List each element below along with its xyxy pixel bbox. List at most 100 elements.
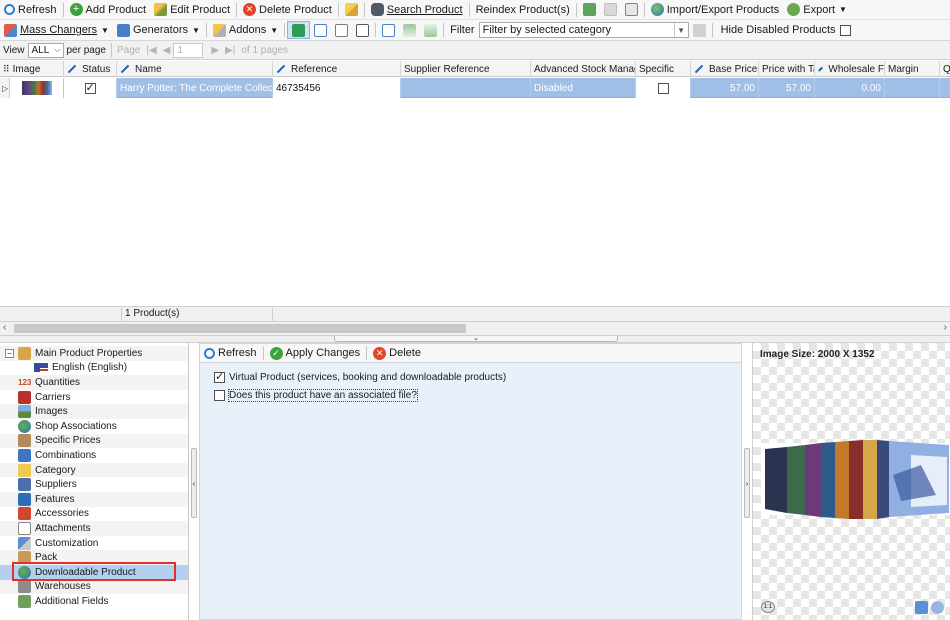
tree-item-shop-associations[interactable]: Shop Associations bbox=[0, 419, 188, 434]
refresh-button[interactable]: Refresh bbox=[0, 1, 61, 19]
sort-down-button[interactable] bbox=[420, 21, 441, 39]
export-dropdown[interactable]: Export ▼ bbox=[783, 1, 851, 19]
detail-refresh-button[interactable]: Refresh bbox=[200, 344, 261, 362]
tree-view-button[interactable] bbox=[287, 21, 311, 39]
chevron-down-icon: ▼ bbox=[839, 5, 847, 14]
tree-item-accessories[interactable]: Accessories bbox=[0, 507, 188, 522]
last-page-icon[interactable]: ▶| bbox=[222, 45, 238, 56]
tree-item-category[interactable]: Category bbox=[0, 462, 188, 478]
tree-item-suppliers[interactable]: Suppliers bbox=[0, 477, 188, 492]
zoom-actual-button[interactable]: 1:1 bbox=[761, 601, 775, 613]
scroll-thumb[interactable] bbox=[14, 324, 466, 333]
next-page-icon[interactable]: ▶ bbox=[203, 45, 222, 56]
add-product-button[interactable]: + Add Product bbox=[66, 1, 151, 19]
col-price-with-tax[interactable]: Price with Ta bbox=[759, 61, 815, 77]
col-margin[interactable]: Margin bbox=[885, 61, 940, 77]
reindex-button[interactable]: Reindex Product(s) bbox=[472, 1, 574, 19]
warehouse-icon bbox=[18, 580, 31, 594]
filter-select[interactable]: Filter by selected category ▼ bbox=[478, 22, 689, 38]
apply-changes-button[interactable]: ✓ Apply Changes bbox=[266, 344, 365, 362]
delete-product-button[interactable]: ✕ Delete Product bbox=[239, 1, 336, 19]
cell-supplier-reference[interactable] bbox=[401, 78, 531, 98]
collapse-right-panel[interactable]: › bbox=[744, 448, 750, 518]
specific-checkbox[interactable] bbox=[657, 82, 669, 94]
collapse-left-panel[interactable]: ‹ bbox=[191, 448, 197, 518]
cell-price-with-tax[interactable]: 57.00 bbox=[759, 78, 815, 98]
col-wholesale[interactable]: Wholesale F bbox=[815, 61, 885, 77]
image-view-button[interactable] bbox=[331, 21, 352, 39]
col-q[interactable]: Q bbox=[940, 61, 950, 77]
col-advanced-stock[interactable]: Advanced Stock Manage bbox=[531, 61, 636, 77]
tree-item-english[interactable]: English (English) bbox=[0, 361, 188, 376]
sort-up-button[interactable] bbox=[399, 21, 420, 39]
col-image[interactable]: ⠿ Image bbox=[0, 61, 64, 77]
toolbar-separator bbox=[363, 2, 365, 17]
view-select[interactable]: ALL ⌵ bbox=[27, 42, 64, 58]
tree-item-attachments[interactable]: Attachments bbox=[0, 521, 188, 536]
detail-delete-button[interactable]: ✕ Delete bbox=[369, 344, 425, 362]
col-status[interactable]: Status bbox=[64, 61, 117, 77]
associated-file-checkbox[interactable] bbox=[214, 390, 225, 401]
search-product-button[interactable]: Search Product bbox=[367, 1, 467, 19]
associated-file-option[interactable]: Does this product have an associated fil… bbox=[214, 389, 418, 402]
col-reference[interactable]: Reference bbox=[273, 61, 401, 77]
cell-base-price[interactable]: 57.00 bbox=[691, 78, 759, 98]
cell-q[interactable] bbox=[940, 78, 950, 98]
scroll-left-icon[interactable]: ‹ bbox=[3, 322, 6, 333]
list-button[interactable] bbox=[378, 21, 399, 39]
cell-margin[interactable] bbox=[885, 78, 940, 98]
horizontal-scrollbar[interactable]: ‹ › bbox=[0, 322, 950, 336]
scroll-right-icon[interactable]: › bbox=[944, 322, 947, 333]
page-input[interactable]: 1 bbox=[173, 42, 204, 58]
cell-specific[interactable] bbox=[636, 78, 691, 98]
toolbar-separator bbox=[366, 346, 368, 360]
tree-item-specific-prices[interactable]: Specific Prices bbox=[0, 433, 188, 449]
tree-item-features[interactable]: Features bbox=[0, 491, 188, 507]
tree-item-warehouses[interactable]: Warehouses bbox=[0, 579, 188, 595]
col-specific[interactable]: Specific bbox=[636, 61, 691, 77]
col-supplier-reference[interactable]: Supplier Reference bbox=[401, 61, 531, 77]
tree-item-additional-fields[interactable]: Additional Fields bbox=[0, 594, 188, 609]
cell-reference[interactable]: 46735456 bbox=[273, 78, 401, 98]
col-name[interactable]: Name bbox=[117, 61, 273, 77]
first-page-icon[interactable]: |◀ bbox=[143, 45, 159, 56]
tree-item-carriers[interactable]: Carriers bbox=[0, 390, 188, 405]
virtual-product-option[interactable]: Virtual Product (services, booking and d… bbox=[214, 370, 506, 383]
zoom-icon[interactable] bbox=[931, 601, 944, 614]
tree-item-customization[interactable]: Customization bbox=[0, 536, 188, 551]
duplicate-button[interactable] bbox=[621, 1, 642, 19]
tree-item-main-properties[interactable]: − Main Product Properties bbox=[0, 346, 188, 361]
hide-disabled-checkbox[interactable] bbox=[839, 24, 851, 36]
columns-button[interactable] bbox=[352, 21, 373, 39]
paste-button[interactable] bbox=[600, 1, 621, 19]
fit-image-icon[interactable] bbox=[915, 601, 928, 614]
cell-image[interactable] bbox=[10, 78, 64, 98]
virtual-product-checkbox[interactable] bbox=[214, 370, 225, 383]
tree-item-combinations[interactable]: Combinations bbox=[0, 448, 188, 463]
cell-wholesale[interactable]: 0.00 bbox=[815, 78, 885, 98]
splitter-grip[interactable]: ⌄ bbox=[334, 335, 618, 342]
tree-item-images[interactable]: Images bbox=[0, 404, 188, 419]
tree-item-quantities[interactable]: 123 Quantities bbox=[0, 375, 188, 390]
generators-dropdown[interactable]: Generators ▼ bbox=[113, 21, 204, 39]
mass-changers-dropdown[interactable]: Mass Changers ▼ bbox=[0, 21, 113, 39]
addons-dropdown[interactable]: Addons ▼ bbox=[209, 21, 282, 39]
clear-filter-button[interactable] bbox=[689, 21, 710, 39]
cell-status[interactable] bbox=[64, 78, 117, 98]
grid-view-button[interactable] bbox=[310, 21, 331, 39]
cell-advanced-stock[interactable]: Disabled bbox=[531, 78, 636, 98]
collapse-icon[interactable]: − bbox=[5, 348, 14, 358]
copy-button[interactable] bbox=[579, 1, 600, 19]
import-export-button[interactable]: Import/Export Products bbox=[647, 1, 784, 19]
folder-icon bbox=[18, 463, 31, 477]
panel-splitter[interactable]: ⌄ bbox=[0, 335, 950, 343]
table-row[interactable]: ▷ Harry Potter: The Complete Collection … bbox=[0, 78, 950, 98]
col-base-price[interactable]: Base Price bbox=[691, 61, 759, 77]
prev-page-icon[interactable]: ◀ bbox=[160, 45, 174, 56]
clear-button[interactable] bbox=[341, 1, 362, 19]
status-checkbox[interactable] bbox=[84, 81, 96, 94]
hide-disabled-label: Hide Disabled Products bbox=[720, 24, 836, 36]
cell-name[interactable]: Harry Potter: The Complete Collection bbox=[117, 78, 273, 98]
edit-product-button[interactable]: Edit Product bbox=[150, 1, 234, 19]
shop-icon bbox=[18, 419, 31, 433]
